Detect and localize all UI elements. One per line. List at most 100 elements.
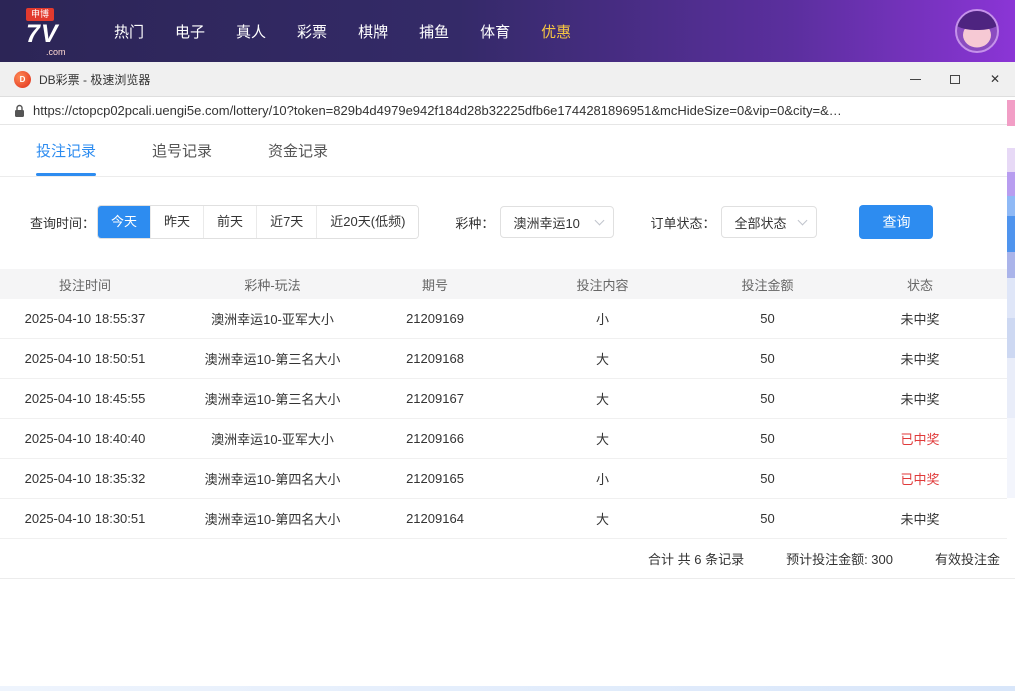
record-tabs: 投注记录 追号记录 资金记录: [0, 125, 1015, 177]
cell-issue: 21209169: [375, 311, 495, 326]
time-option-yesterday[interactable]: 昨天: [151, 206, 204, 238]
lock-icon: [14, 104, 25, 118]
tab-chase-records[interactable]: 追号记录: [152, 140, 212, 176]
col-header-play: 彩种-玩法: [170, 275, 375, 294]
table-row: 2025-04-10 18:40:40 澳洲幸运10-亚军大小 21209166…: [0, 419, 1015, 459]
cell-amount: 50: [710, 391, 825, 406]
browser-app-icon: D: [14, 71, 31, 88]
col-header-content: 投注内容: [495, 275, 710, 294]
site-topbar: 申博 7V .com 热门 电子 真人 彩票 棋牌 捕鱼 体育 优惠: [0, 0, 1015, 62]
chevron-down-icon: [595, 216, 605, 226]
nav-item-sports[interactable]: 体育: [480, 21, 510, 42]
nav-item-slots[interactable]: 电子: [175, 21, 205, 42]
nav-item-cards[interactable]: 棋牌: [358, 21, 388, 42]
table-header-row: 投注时间 彩种-玩法 期号 投注内容 投注金额 状态: [0, 269, 1015, 299]
minimize-icon: [910, 79, 921, 80]
lottery-select-value: 澳洲幸运10: [513, 213, 579, 232]
cell-play: 澳洲幸运10-第三名大小: [170, 349, 375, 368]
cell-content: 小: [495, 309, 710, 328]
avatar-hair-icon: [955, 9, 999, 30]
summary-bar: 合计 共 6 条记录 预计投注金额: 300 有效投注金: [0, 539, 1015, 579]
user-avatar[interactable]: [955, 9, 999, 53]
cell-time: 2025-04-10 18:55:37: [0, 311, 170, 326]
cell-amount: 50: [710, 511, 825, 526]
col-header-issue: 期号: [375, 275, 495, 294]
cell-content: 大: [495, 509, 710, 528]
tab-bet-records[interactable]: 投注记录: [36, 140, 96, 176]
query-button[interactable]: 查询: [859, 205, 933, 239]
cell-play: 澳洲幸运10-第三名大小: [170, 389, 375, 408]
time-option-last20days[interactable]: 近20天(低频): [317, 206, 418, 238]
site-logo[interactable]: 申博 7V .com: [26, 5, 90, 57]
site-nav: 热门 电子 真人 彩票 棋牌 捕鱼 体育 优惠: [114, 21, 571, 42]
minimize-button[interactable]: [895, 62, 935, 96]
window-title: DB彩票 - 极速浏览器: [39, 71, 150, 88]
cell-issue: 21209167: [375, 391, 495, 406]
table-row: 2025-04-10 18:50:51 澳洲幸运10-第三名大小 2120916…: [0, 339, 1015, 379]
bottom-edge-strip: [0, 686, 1015, 691]
col-header-amount: 投注金额: [710, 275, 825, 294]
summary-total: 合计 共 6 条记录: [648, 549, 744, 568]
bet-records-table: 投注时间 彩种-玩法 期号 投注内容 投注金额 状态 2025-04-10 18…: [0, 269, 1015, 539]
nav-item-fishing[interactable]: 捕鱼: [419, 21, 449, 42]
table-row: 2025-04-10 18:55:37 澳洲幸运10-亚军大小 21209169…: [0, 299, 1015, 339]
screen: 申博 7V .com 热门 电子 真人 彩票 棋牌 捕鱼 体育 优惠 D DB彩…: [0, 0, 1015, 691]
lottery-select[interactable]: 澳洲幸运10: [500, 206, 614, 238]
cell-issue: 21209164: [375, 511, 495, 526]
nav-item-promo[interactable]: 优惠: [541, 21, 571, 42]
cell-status: 未中奖: [825, 509, 1015, 528]
cell-status: 未中奖: [825, 309, 1015, 328]
page-edge-strip[interactable]: [1007, 100, 1015, 558]
cell-status: 已中奖: [825, 469, 1015, 488]
cell-content: 大: [495, 429, 710, 448]
cell-status: 未中奖: [825, 349, 1015, 368]
url-text[interactable]: https://ctopcp02pcali.uengi5e.com/lotter…: [33, 103, 842, 118]
cell-amount: 50: [710, 311, 825, 326]
close-button[interactable]: ✕: [975, 62, 1015, 96]
nav-item-lottery[interactable]: 彩票: [297, 21, 327, 42]
nav-item-live[interactable]: 真人: [236, 21, 266, 42]
lottery-filter-label: 彩种：: [455, 213, 494, 232]
col-header-status: 状态: [825, 275, 1015, 294]
cell-content: 大: [495, 389, 710, 408]
tab-fund-records[interactable]: 资金记录: [268, 140, 328, 176]
time-option-today[interactable]: 今天: [98, 206, 151, 238]
time-filter-label: 查询时间：: [30, 213, 95, 232]
cell-issue: 21209165: [375, 471, 495, 486]
cell-time: 2025-04-10 18:50:51: [0, 351, 170, 366]
table-row: 2025-04-10 18:30:51 澳洲幸运10-第四名大小 2120916…: [0, 499, 1015, 539]
cell-play: 澳洲幸运10-第四名大小: [170, 469, 375, 488]
cell-status: 未中奖: [825, 389, 1015, 408]
cell-status: 已中奖: [825, 429, 1015, 448]
browser-titlebar: D DB彩票 - 极速浏览器 ✕: [0, 62, 1015, 97]
nav-item-hot[interactable]: 热门: [114, 21, 144, 42]
summary-expected: 预计投注金额: 300: [786, 549, 893, 568]
table-row: 2025-04-10 18:45:55 澳洲幸运10-第三名大小 2120916…: [0, 379, 1015, 419]
cell-time: 2025-04-10 18:30:51: [0, 511, 170, 526]
cell-amount: 50: [710, 351, 825, 366]
table-row: 2025-04-10 18:35:32 澳洲幸运10-第四名大小 2120916…: [0, 459, 1015, 499]
order-status-select[interactable]: 全部状态: [721, 206, 817, 238]
summary-valid: 有效投注金: [935, 549, 1015, 568]
cell-time: 2025-04-10 18:40:40: [0, 431, 170, 446]
time-filter-group: 今天 昨天 前天 近7天 近20天(低频): [97, 205, 419, 239]
cell-issue: 21209168: [375, 351, 495, 366]
cell-content: 大: [495, 349, 710, 368]
chevron-down-icon: [798, 216, 808, 226]
cell-amount: 50: [710, 431, 825, 446]
cell-time: 2025-04-10 18:35:32: [0, 471, 170, 486]
browser-addressbar: https://ctopcp02pcali.uengi5e.com/lotter…: [0, 97, 1015, 125]
cell-play: 澳洲幸运10-亚军大小: [170, 429, 375, 448]
status-filter-label: 订单状态：: [650, 213, 715, 232]
cell-play: 澳洲幸运10-第四名大小: [170, 509, 375, 528]
maximize-button[interactable]: [935, 62, 975, 96]
cell-amount: 50: [710, 471, 825, 486]
time-option-day-before[interactable]: 前天: [204, 206, 257, 238]
cell-issue: 21209166: [375, 431, 495, 446]
logo-sub: .com: [46, 48, 90, 57]
time-option-last7days[interactable]: 近7天: [257, 206, 317, 238]
cell-play: 澳洲幸运10-亚军大小: [170, 309, 375, 328]
logo-main: 7V: [26, 22, 90, 47]
col-header-time: 投注时间: [0, 275, 170, 294]
filter-bar: 查询时间： 今天 昨天 前天 近7天 近20天(低频) 彩种： 澳洲幸运10 订…: [30, 205, 1015, 239]
